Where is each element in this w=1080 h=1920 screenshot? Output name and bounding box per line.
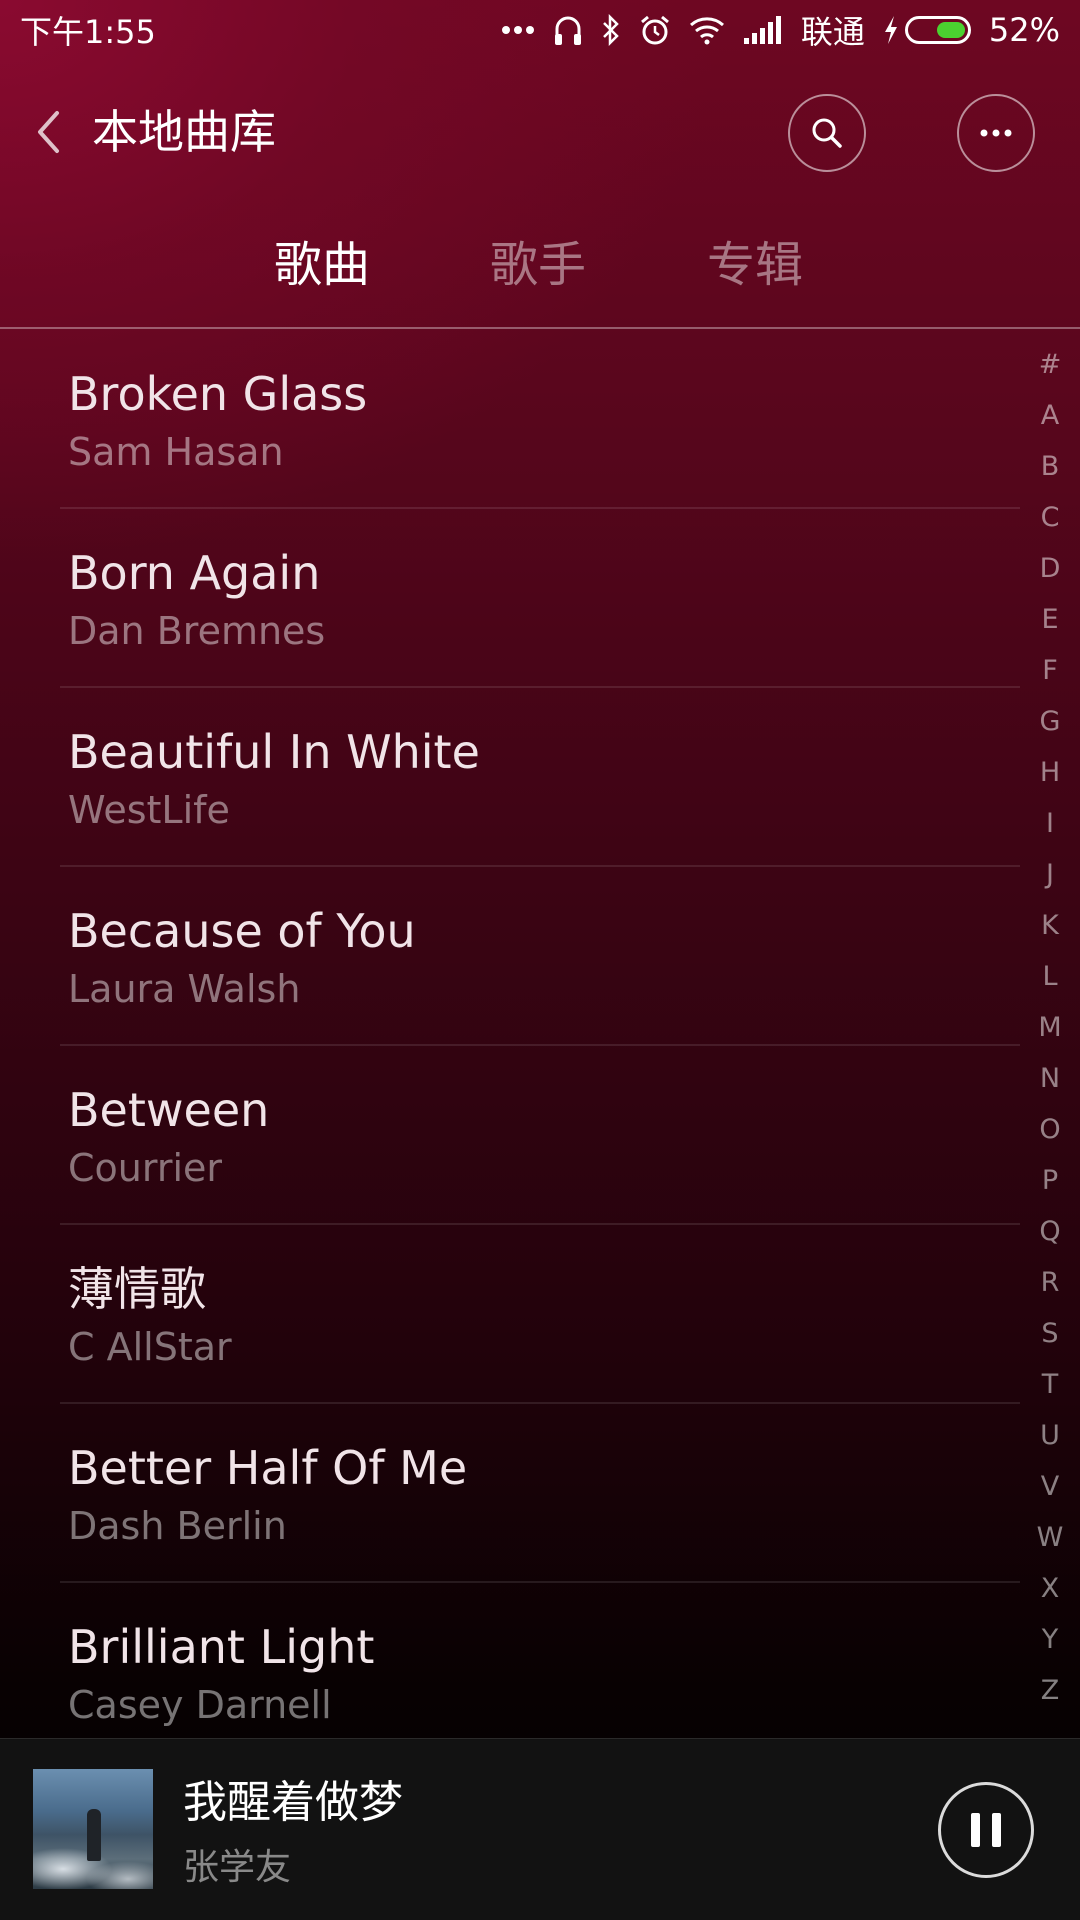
- song-title: Broken Glass: [68, 367, 368, 421]
- list-item[interactable]: Better Half Of Me Dash Berlin: [60, 1404, 1020, 1583]
- list-item[interactable]: Because of You Laura Walsh: [60, 867, 1020, 1046]
- alphabet-index-letter[interactable]: N: [1030, 1059, 1070, 1099]
- back-button[interactable]: [28, 102, 68, 162]
- alphabet-index-letter[interactable]: J: [1030, 855, 1070, 895]
- tab-songs[interactable]: 歌曲: [274, 230, 370, 300]
- song-artist: WestLife: [68, 788, 230, 832]
- status-icons: 联通 52%: [501, 7, 1060, 53]
- alphabet-index-letter[interactable]: S: [1030, 1314, 1070, 1354]
- song-title: Better Half Of Me: [68, 1441, 468, 1495]
- album-art-figure: [87, 1809, 101, 1861]
- headphones-icon: [553, 10, 583, 50]
- alphabet-index-letter[interactable]: Y: [1030, 1620, 1070, 1660]
- pause-icon-bar: [992, 1813, 1001, 1847]
- alphabet-index-letter[interactable]: Q: [1030, 1212, 1070, 1252]
- more-options-button[interactable]: [957, 94, 1035, 172]
- pause-icon: [971, 1813, 980, 1847]
- song-artist: Dan Bremnes: [68, 609, 326, 653]
- alphabet-index-letter[interactable]: T: [1030, 1365, 1070, 1405]
- alarm-icon: [639, 10, 671, 50]
- song-title: Born Again: [68, 546, 321, 600]
- alphabet-index-letter[interactable]: F: [1030, 651, 1070, 691]
- alphabet-index-letter[interactable]: H: [1030, 753, 1070, 793]
- list-item[interactable]: Beautiful In White WestLife: [60, 688, 1020, 867]
- alphabet-index-letter[interactable]: L: [1030, 957, 1070, 997]
- song-artist: Laura Walsh: [68, 967, 301, 1011]
- alphabet-index-letter[interactable]: M: [1030, 1008, 1070, 1048]
- alphabet-index-letter[interactable]: E: [1030, 600, 1070, 640]
- alphabet-index-letter[interactable]: Z: [1030, 1671, 1070, 1711]
- alphabet-index-letter[interactable]: R: [1030, 1263, 1070, 1303]
- alphabet-index-letter[interactable]: #: [1030, 345, 1070, 385]
- song-title: 薄情歌: [68, 1262, 206, 1316]
- now-playing-artist: 张学友: [183, 1847, 292, 1888]
- song-artist: C AllStar: [68, 1325, 232, 1369]
- page-title: 本地曲库: [92, 105, 276, 159]
- list-item[interactable]: Born Again Dan Bremnes: [60, 509, 1020, 688]
- status-time: 下午1:55: [20, 13, 156, 51]
- status-bar: 下午1:55 联通 52%: [0, 0, 1080, 60]
- song-title: Between: [68, 1083, 270, 1137]
- song-artist: Courrier: [68, 1146, 223, 1190]
- alphabet-index-letter[interactable]: P: [1030, 1161, 1070, 1201]
- tab-artists[interactable]: 歌手: [490, 230, 586, 300]
- bluetooth-icon: [601, 10, 621, 50]
- more-dots-icon: [501, 10, 535, 50]
- search-button[interactable]: [788, 94, 866, 172]
- alphabet-index-letter[interactable]: G: [1030, 702, 1070, 742]
- charging-icon: [884, 16, 897, 44]
- song-artist: Casey Darnell: [68, 1683, 332, 1727]
- tabs-divider: [0, 327, 1080, 329]
- list-item[interactable]: 薄情歌 C AllStar: [60, 1225, 1020, 1404]
- search-icon: [812, 118, 842, 148]
- alphabet-index-letter[interactable]: B: [1030, 447, 1070, 487]
- list-item[interactable]: Broken Glass Sam Hasan: [60, 330, 1020, 509]
- song-artist: Sam Hasan: [68, 430, 284, 474]
- list-item[interactable]: Brilliant Light Casey Darnell: [60, 1583, 1020, 1738]
- now-playing-bar[interactable]: 我醒着做梦 张学友: [0, 1738, 1080, 1920]
- alphabet-index-letter[interactable]: W: [1030, 1518, 1070, 1558]
- header: 本地曲库: [0, 80, 1080, 185]
- alphabet-index-letter[interactable]: X: [1030, 1569, 1070, 1609]
- signal-icon: [743, 10, 783, 50]
- list-item[interactable]: Between Courrier: [60, 1046, 1020, 1225]
- more-horizontal-icon: [980, 129, 1012, 137]
- tab-albums[interactable]: 专辑: [707, 230, 803, 300]
- battery-icon: [883, 15, 971, 45]
- alphabet-index-letter[interactable]: U: [1030, 1416, 1070, 1456]
- carrier-label: 联通: [800, 13, 865, 51]
- song-title: Beautiful In White: [68, 725, 480, 779]
- song-list[interactable]: Broken Glass Sam Hasan Born Again Dan Br…: [0, 330, 1020, 1738]
- alphabet-index-letter[interactable]: I: [1030, 804, 1070, 844]
- wifi-icon: [689, 10, 725, 50]
- alphabet-index-letter[interactable]: O: [1030, 1110, 1070, 1150]
- now-playing-title[interactable]: 我醒着做梦: [183, 1775, 403, 1831]
- tab-bar: 歌曲 歌手 专辑: [0, 230, 1080, 325]
- album-art[interactable]: [33, 1769, 153, 1889]
- song-title: Because of You: [68, 904, 416, 958]
- alphabet-index-letter[interactable]: C: [1030, 498, 1070, 538]
- chevron-left-icon: [38, 111, 59, 153]
- alphabet-index-letter[interactable]: V: [1030, 1467, 1070, 1507]
- song-title: Brilliant Light: [68, 1620, 375, 1674]
- alphabet-index-letter[interactable]: A: [1030, 396, 1070, 436]
- alphabet-index-letter[interactable]: K: [1030, 906, 1070, 946]
- song-artist: Dash Berlin: [68, 1504, 287, 1548]
- alphabet-index-letter[interactable]: D: [1030, 549, 1070, 589]
- pause-button[interactable]: [938, 1782, 1034, 1878]
- battery-percent: 52%: [988, 11, 1060, 49]
